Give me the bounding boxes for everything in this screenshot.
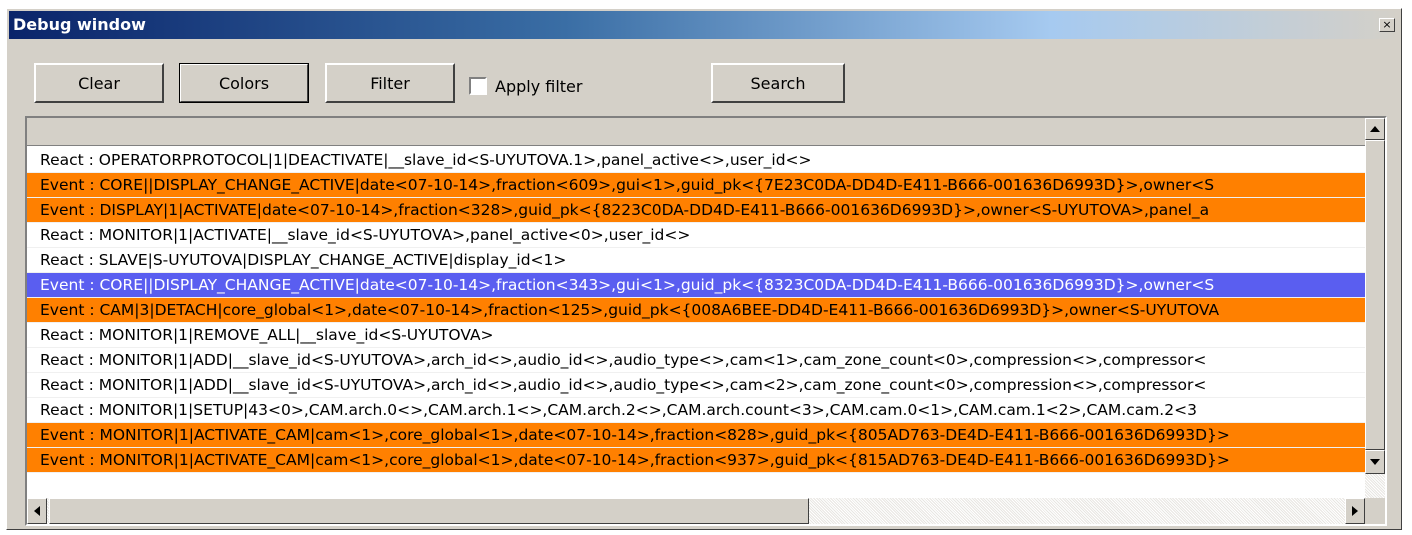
- log-row[interactable]: React : MONITOR|1|SETUP|43<0>,CAM.arch.0…: [27, 398, 1365, 423]
- filter-button-label: Filter: [370, 73, 410, 93]
- horizontal-scroll-thumb[interactable]: [49, 498, 809, 524]
- arrow-right-icon: [1352, 506, 1358, 516]
- log-row[interactable]: React : MONITOR|1|ADD|__slave_id<S-UYUTO…: [27, 373, 1365, 398]
- log-row-selected[interactable]: Event : CORE||DISPLAY_CHANGE_ACTIVE|date…: [27, 273, 1365, 298]
- scroll-up-button[interactable]: [1365, 118, 1385, 140]
- title-bar[interactable]: Debug window ×: [9, 11, 1399, 39]
- log-row[interactable]: React : MONITOR|1|REMOVE_ALL|__slave_id<…: [27, 323, 1365, 348]
- clear-button-label: Clear: [78, 73, 120, 93]
- apply-filter-checkbox[interactable]: Apply filter: [469, 75, 582, 97]
- arrow-down-icon: [1370, 459, 1380, 465]
- log-row[interactable]: React : MONITOR|1|ACTIVATE|__slave_id<S-…: [27, 223, 1365, 248]
- log-row[interactable]: Event : MONITOR|1|ACTIVATE_CAM|cam<1>,co…: [27, 448, 1365, 473]
- search-button-label: Search: [750, 73, 806, 93]
- apply-filter-checkbox-box[interactable]: [469, 77, 487, 95]
- scroll-left-button[interactable]: [27, 498, 47, 524]
- scroll-right-button[interactable]: [1345, 498, 1365, 524]
- apply-filter-label: Apply filter: [495, 76, 583, 96]
- arrow-left-icon: [34, 506, 40, 516]
- clear-button[interactable]: Clear: [34, 63, 164, 103]
- close-icon: ×: [1382, 18, 1392, 31]
- log-rows: React : OPERATORPROTOCOL|1|DEACTIVATE|__…: [27, 148, 1365, 498]
- log-row[interactable]: Event : MONITOR|1|ACTIVATE_CAM|cam<1>,co…: [27, 423, 1365, 448]
- colors-button-label: Colors: [218, 73, 270, 93]
- log-row[interactable]: Event : CORE||DISPLAY_CHANGE_ACTIVE|date…: [27, 173, 1365, 198]
- vertical-scrollbar[interactable]: [1365, 118, 1385, 498]
- scrollbar-corner: [1365, 498, 1385, 524]
- colors-button[interactable]: Colors: [179, 63, 309, 103]
- arrow-up-icon: [1370, 126, 1380, 132]
- log-row[interactable]: Event : CAM|3|DETACH|core_global<1>,date…: [27, 298, 1365, 323]
- window-title: Debug window: [13, 15, 146, 34]
- horizontal-scrollbar[interactable]: [27, 498, 1365, 524]
- list-column-header[interactable]: [27, 118, 1365, 146]
- filter-button[interactable]: Filter: [325, 63, 455, 103]
- vertical-scroll-thumb[interactable]: [1365, 140, 1385, 450]
- log-row[interactable]: Event : DISPLAY|1|ACTIVATE|date<07-10-14…: [27, 198, 1365, 223]
- log-row[interactable]: React : SLAVE|S-UYUTOVA|DISPLAY_CHANGE_A…: [27, 248, 1365, 273]
- log-row[interactable]: React : MONITOR|1|ADD|__slave_id<S-UYUTO…: [27, 348, 1365, 373]
- search-button[interactable]: Search: [711, 63, 845, 103]
- close-button[interactable]: ×: [1379, 18, 1395, 32]
- debug-window: Debug window × Clear Colors Filter Apply…: [6, 8, 1402, 530]
- log-row[interactable]: React : OPERATORPROTOCOL|1|DEACTIVATE|__…: [27, 148, 1365, 173]
- log-list[interactable]: React : OPERATORPROTOCOL|1|DEACTIVATE|__…: [25, 116, 1387, 526]
- scroll-down-button[interactable]: [1365, 450, 1385, 474]
